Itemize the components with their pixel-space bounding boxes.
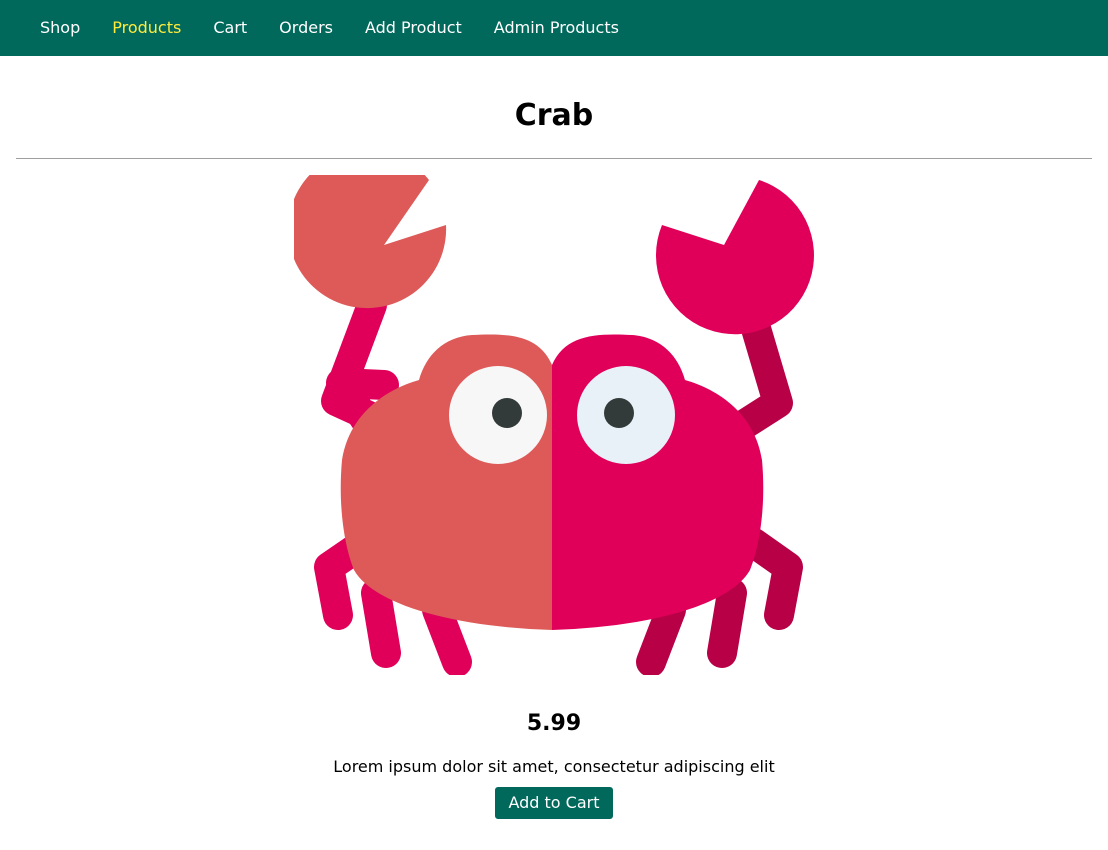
nav-item-shop: Shop bbox=[40, 0, 80, 56]
nav-item-orders: Orders bbox=[279, 0, 333, 56]
left-eye-pupil bbox=[492, 398, 522, 428]
nav-item-add-product: Add Product bbox=[365, 0, 462, 56]
crab-illustration bbox=[294, 175, 814, 675]
nav-link-cart[interactable]: Cart bbox=[213, 18, 247, 37]
nav-link-products[interactable]: Products bbox=[112, 18, 181, 37]
product-description: Lorem ipsum dolor sit amet, consectetur … bbox=[333, 757, 775, 776]
nav-link-orders[interactable]: Orders bbox=[279, 18, 333, 37]
main-nav: Shop Products Cart Orders Add Product Ad… bbox=[40, 0, 651, 56]
product-detail: Crab 5.99 Lorem ipsum dolor sit amet, co… bbox=[0, 96, 1108, 819]
nav-list: Shop Products Cart Orders Add Product Ad… bbox=[40, 0, 651, 56]
nav-link-shop[interactable]: Shop bbox=[40, 18, 80, 37]
right-claw bbox=[655, 180, 814, 335]
product-price: 5.99 bbox=[526, 711, 582, 736]
add-to-cart-button[interactable]: Add to Cart bbox=[495, 787, 613, 819]
title-divider bbox=[16, 158, 1092, 159]
nav-item-cart: Cart bbox=[213, 0, 247, 56]
left-claw bbox=[294, 175, 447, 309]
main-header: Shop Products Cart Orders Add Product Ad… bbox=[0, 0, 1108, 56]
nav-item-admin-products: Admin Products bbox=[494, 0, 619, 56]
right-eye-pupil bbox=[604, 398, 634, 428]
nav-link-add-product[interactable]: Add Product bbox=[365, 18, 462, 37]
nav-item-products: Products bbox=[112, 0, 181, 56]
product-title: Crab bbox=[514, 98, 594, 133]
nav-link-admin-products[interactable]: Admin Products bbox=[494, 18, 619, 37]
